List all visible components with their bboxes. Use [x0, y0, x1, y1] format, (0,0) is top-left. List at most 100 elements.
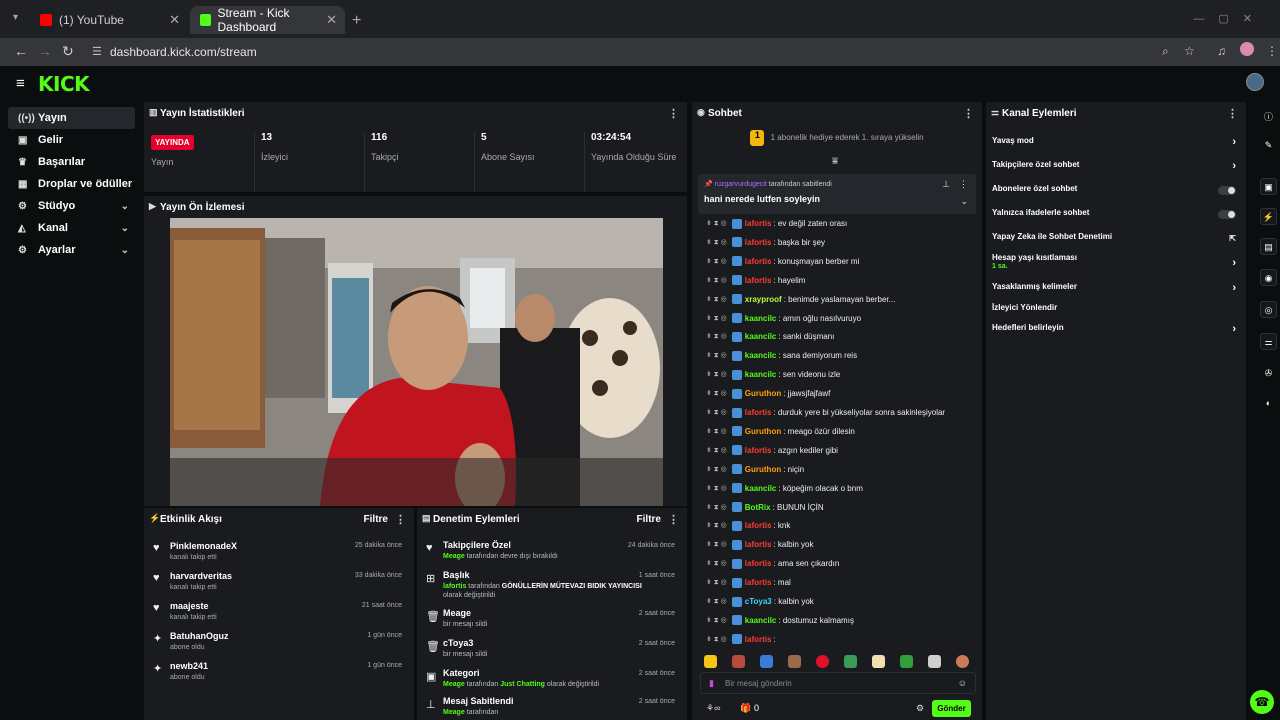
list-item[interactable]: ✦ newb241 abone oldu 1 gün önce	[144, 658, 414, 688]
mod-tools-icon[interactable]: ⇟ ⧗ ◎	[706, 484, 727, 493]
sidebar-item-ayarlar[interactable]: ⚙ Ayarlar ⌄	[8, 239, 135, 261]
chat-username[interactable]: kaancilc	[745, 616, 777, 625]
chat-username[interactable]: lafortis	[745, 559, 772, 568]
kebab-menu-icon[interactable]: ⋮	[395, 513, 406, 526]
mod-tools-icon[interactable]: ⇟ ⧗ ◎	[706, 238, 727, 247]
chat-widget-icon[interactable]: ◉	[1260, 269, 1277, 286]
chat-username[interactable]: lafortis	[745, 276, 772, 285]
mod-tools-icon[interactable]: ⇟ ⧗ ◎	[706, 427, 727, 436]
filter-icon[interactable]: ⩸	[832, 156, 838, 167]
chat-username[interactable]: lafortis	[745, 257, 772, 266]
kebab-menu-icon[interactable]: ⋮	[963, 107, 974, 120]
chat-message[interactable]: ⇟ ⧗ ◎ lafortis: ama sen çıkardın	[706, 554, 839, 573]
chat-message[interactable]: ⇟ ⧗ ◎ lafortis: azgın kediler gibi	[706, 441, 838, 460]
kick-logo[interactable]: KICK	[38, 72, 90, 96]
emote-icon[interactable]	[844, 655, 857, 668]
chat-username[interactable]: kaancilc	[745, 484, 777, 493]
emote-icon[interactable]	[788, 655, 801, 668]
mod-tools-icon[interactable]: ⇟ ⧗ ◎	[706, 389, 727, 398]
chat-username[interactable]: cToya3	[745, 597, 772, 606]
gift-sub-promo[interactable]: 1 1 abonelik hediye ederek 1. sıraya yük…	[692, 130, 982, 146]
sidebar-item-studyo[interactable]: ⚙ Stüdyo ⌄	[8, 195, 135, 217]
chat-username[interactable]: lafortis	[745, 521, 772, 530]
chat-message[interactable]: ⇟ ⧗ ◎ lafortis: mal	[706, 573, 791, 592]
mod-tools-icon[interactable]: ⇟ ⧗ ◎	[706, 465, 727, 474]
mod-tools-icon[interactable]: ⇟ ⧗ ◎	[706, 219, 727, 228]
chat-message[interactable]: ⇟ ⧗ ◎ kaancilc: dostumuz kalmamış	[706, 611, 854, 630]
new-tab-icon[interactable]: +	[352, 12, 361, 30]
broadcast-widget-icon[interactable]: ◎	[1260, 301, 1277, 318]
zoom-icon[interactable]: ⌕	[1162, 44, 1169, 59]
close-tab-icon[interactable]: ✕	[326, 12, 337, 28]
chat-message[interactable]: ⇟ ⧗ ◎ BotRix: BUNUN İÇİN	[706, 498, 824, 517]
tab-kick-dashboard[interactable]: Stream - Kick Dashboard ✕	[190, 6, 345, 34]
chat-username[interactable]: lafortis	[745, 578, 772, 587]
chat-username[interactable]: lafortis	[745, 446, 772, 455]
kebab-menu-icon[interactable]: ⋮	[668, 513, 679, 526]
chat-username[interactable]: lafortis	[745, 408, 772, 417]
chat-message[interactable]: ⇟ ⧗ ◎ lafortis: konuşmayan berber mi	[706, 252, 859, 271]
chat-message[interactable]: ⇟ ⧗ ◎ Guruthon: jjawsjfajfawf	[706, 384, 830, 403]
chat-settings-icon[interactable]: ⚙	[916, 703, 924, 714]
kebab-menu-icon[interactable]: ⋮	[668, 107, 679, 120]
chat-username[interactable]: Guruthon	[745, 389, 781, 398]
unpin-icon[interactable]: ⊥	[942, 179, 950, 190]
chat-message[interactable]: ⇟ ⧗ ◎ xrayproof: benimde yaslamayan berbe…	[706, 290, 895, 309]
sidebar-item-gelir[interactable]: ▣ Gelir	[8, 129, 135, 151]
list-item[interactable]: ▣ Kategori Meage tarafından Just Chattin…	[417, 666, 687, 696]
kebab-menu-icon[interactable]: ⋮	[1227, 107, 1238, 120]
chat-message[interactable]: ⇟ ⧗ ◎ lafortis: başka bir şey	[706, 233, 825, 252]
sidebar-item-yayin[interactable]: ((•)) Yayın	[8, 107, 135, 129]
chat-username[interactable]: lafortis	[745, 635, 772, 644]
emote-icon[interactable]	[732, 655, 745, 668]
mod-tools-icon[interactable]: ⇟ ⧗ ◎	[706, 257, 727, 266]
list-item[interactable]: ♥ Takipçilere Özel Meage tarafından devr…	[417, 538, 687, 568]
list-item[interactable]: ♥ PinklemonadeX kanalı takip etti 25 dak…	[144, 538, 414, 568]
emote-icon[interactable]	[816, 655, 829, 668]
forward-icon[interactable]: →	[38, 43, 52, 59]
mod-tools-icon[interactable]: ⇟ ⧗ ◎	[706, 540, 727, 549]
chat-message[interactable]: ⇟ ⧗ ◎ lafortis: kalbin yok	[706, 535, 813, 554]
action-subscribers-only[interactable]: Abonelere özel sohbet	[992, 184, 1238, 204]
chat-message[interactable]: ⇟ ⧗ ◎ lafortis: ev değil zaten orası	[706, 214, 847, 233]
pinned-message[interactable]: 📌 ruzgarvurdugecit tarafından sabitlendi…	[698, 174, 976, 214]
chat-message[interactable]: ⇟ ⧗ ◎ kaancilc: köpeğim olacak o bnm	[706, 479, 863, 498]
chat-username[interactable]: lafortis	[745, 219, 772, 228]
chat-username[interactable]: kaancilc	[745, 370, 777, 379]
mod-tools-icon[interactable]: ⇟ ⧗ ◎	[706, 635, 727, 644]
support-chat-button[interactable]: ☎	[1250, 690, 1274, 714]
mod-tools-icon[interactable]: ⇟ ⧗ ◎	[706, 276, 727, 285]
mod-tools-icon[interactable]: ⇟ ⧗ ◎	[706, 597, 727, 606]
list-item[interactable]: ♥ maajeste kanalı takip etti 21 saat önc…	[144, 598, 414, 628]
mod-tools-icon[interactable]: ⇟ ⧗ ◎	[706, 521, 727, 530]
chat-message[interactable]: ⇟ ⧗ ◎ lafortis: knk	[706, 516, 790, 535]
emote-icon[interactable]	[900, 655, 913, 668]
chat-message[interactable]: ⇟ ⧗ ◎ Guruthon: niçin	[706, 460, 804, 479]
wrench-icon[interactable]: ✇	[1260, 365, 1277, 382]
action-banned-words[interactable]: Yasaklanmış kelimeler ›	[992, 282, 1238, 302]
action-raid[interactable]: İzleyici Yönlendir	[992, 303, 1238, 323]
chat-username[interactable]: lafortis	[745, 540, 772, 549]
toggle-switch[interactable]	[1218, 210, 1236, 219]
chevron-down-icon[interactable]: ⌄	[960, 196, 968, 207]
emote-icon[interactable]	[872, 655, 885, 668]
actions-widget-icon[interactable]: ⚌	[1260, 333, 1277, 350]
chat-username[interactable]: lafortis	[745, 238, 772, 247]
mod-tools-icon[interactable]: ⇟ ⧗ ◎	[706, 446, 727, 455]
back-icon[interactable]: ←	[14, 43, 28, 59]
mod-tools-icon[interactable]: ⇟ ⧗ ◎	[706, 332, 727, 341]
hamburger-menu-icon[interactable]: ≡	[16, 75, 25, 92]
media-icon[interactable]: ♫	[1217, 44, 1226, 58]
list-item[interactable]: ✦ BatuhanOguz abone oldu 1 gün önce	[144, 628, 414, 658]
chat-username[interactable]: kaancilc	[745, 351, 777, 360]
stats-widget-icon[interactable]: ▣	[1260, 178, 1277, 195]
action-account-age[interactable]: Hesap yaşı kısıtlaması 1 sa. ›	[992, 253, 1238, 279]
chat-message[interactable]: ⇟ ⧗ ◎ lafortis: durduk yere bi yükseliyol…	[706, 403, 945, 422]
close-tab-icon[interactable]: ✕	[169, 12, 180, 28]
mod-tools-icon[interactable]: ⇟ ⧗ ◎	[706, 295, 727, 304]
chat-username[interactable]: kaancilc	[745, 314, 777, 323]
video-player[interactable]	[170, 218, 663, 506]
action-followers-only[interactable]: Takipçilere özel sohbet ›	[992, 160, 1238, 180]
chat-input[interactable]: ▮ Bir mesaj gönderin ☺	[700, 672, 976, 694]
mod-tools-icon[interactable]: ⇟ ⧗ ◎	[706, 578, 727, 587]
